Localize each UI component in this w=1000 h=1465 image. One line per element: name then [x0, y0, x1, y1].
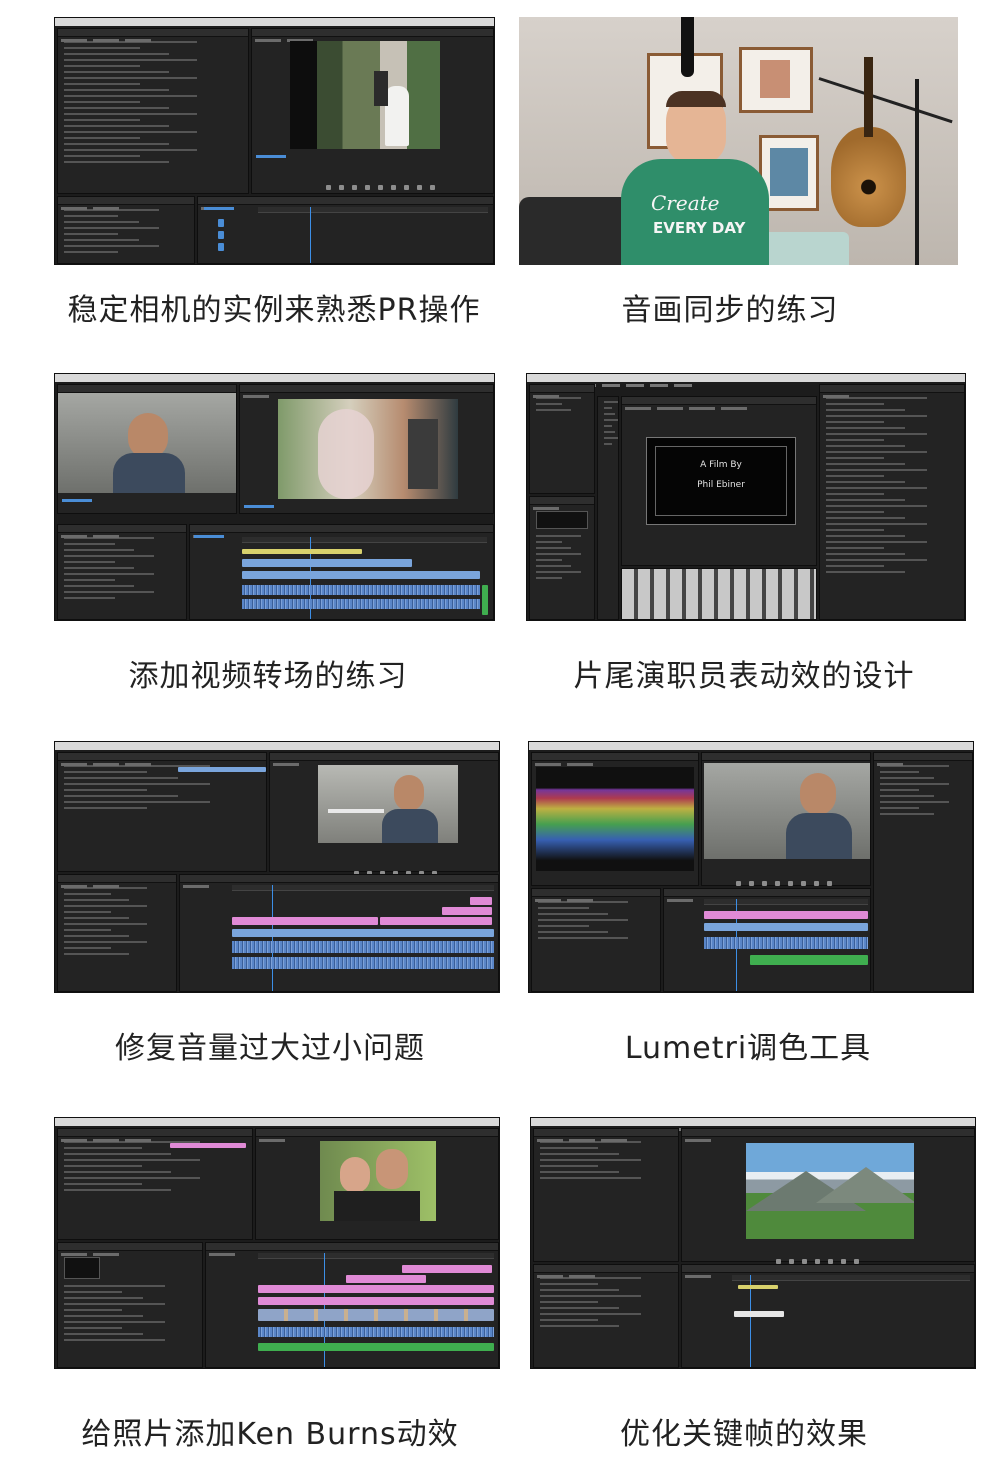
title-properties[interactable] [819, 384, 965, 620]
timeline-panel[interactable] [663, 888, 871, 992]
screenshot-transitions[interactable] [54, 373, 495, 621]
presenter-shirt: Create EVERY DAY [621, 159, 769, 265]
project-panel[interactable] [57, 1242, 203, 1368]
program-monitor[interactable] [255, 1128, 499, 1240]
timeline-panel[interactable] [197, 196, 494, 264]
screenshot-ken-burns[interactable] [54, 1117, 500, 1369]
wedding-video-frame [290, 41, 440, 149]
effects-panel[interactable] [57, 874, 177, 992]
source-panel[interactable] [529, 384, 595, 494]
screenshot-credits[interactable]: A Film By Phil Ebiner [526, 373, 966, 621]
program-monitor[interactable] [269, 752, 499, 876]
credit-text-line1: A Film By [700, 460, 742, 470]
interview-frame [704, 763, 870, 859]
title-styles[interactable] [621, 568, 817, 620]
program-monitor[interactable] [681, 1128, 975, 1264]
program-monitor[interactable] [251, 28, 494, 194]
credit-text-line2: Phil Ebiner [697, 480, 745, 490]
program-monitor[interactable] [701, 752, 871, 886]
screenshot-presenter[interactable]: Create EVERY DAY [519, 17, 958, 265]
shirt-text-line2: EVERY DAY [653, 219, 746, 237]
screenshot-lumetri[interactable] [528, 741, 974, 993]
caption-4: 片尾演职员表动效的设计 [573, 659, 915, 694]
couple-photo [320, 1141, 436, 1221]
interview-frame [318, 765, 458, 843]
caption-2: 音画同步的练习 [621, 293, 839, 328]
screenshot-stabilize[interactable] [54, 17, 495, 265]
wall-frame [739, 47, 813, 113]
lumetri-color-panel[interactable] [873, 752, 973, 992]
effects-panel[interactable] [531, 888, 661, 992]
caption-7: 给照片添加Ken Burns动效 [81, 1417, 459, 1452]
title-canvas[interactable]: A Film By Phil Ebiner [646, 437, 796, 525]
caption-8: 优化关键帧的效果 [620, 1417, 868, 1452]
project-panel[interactable] [57, 196, 195, 264]
lumetri-scopes[interactable] [531, 752, 699, 886]
timeline-panel[interactable] [205, 1242, 499, 1368]
caption-3: 添加视频转场的练习 [128, 659, 408, 694]
title-designer[interactable]: A Film By Phil Ebiner [621, 396, 817, 566]
interview-frame [58, 393, 236, 493]
caption-6: Lumetri调色工具 [624, 1031, 872, 1066]
effect-controls-panel[interactable] [57, 752, 267, 872]
title-tools[interactable] [597, 396, 619, 620]
effect-controls-panel[interactable] [57, 28, 249, 194]
project-panel[interactable] [57, 524, 187, 620]
presenter [666, 91, 726, 165]
program-monitor[interactable] [239, 384, 494, 514]
audio-meter [482, 585, 488, 615]
menu-bar [55, 18, 494, 31]
effects-panel[interactable] [533, 1264, 679, 1368]
guitar [831, 127, 906, 227]
shirt-text-line1: Create [651, 191, 720, 215]
screenshot-audio-levels[interactable] [54, 741, 500, 993]
screenshot-keyframes[interactable] [530, 1117, 976, 1369]
timeline-panel[interactable] [189, 524, 494, 620]
effect-controls-panel[interactable] [57, 1128, 253, 1240]
transport-controls[interactable] [322, 175, 439, 190]
mountain-landscape [746, 1143, 914, 1239]
caption-5: 修复音量过大过小问题 [115, 1031, 425, 1066]
microphone [681, 17, 694, 77]
timeline-panel[interactable] [179, 874, 499, 992]
effect-controls-panel[interactable] [533, 1128, 679, 1262]
waveform-scope [536, 767, 694, 871]
project-panel[interactable] [529, 496, 595, 620]
source-monitor[interactable] [57, 384, 237, 514]
transition-frame [278, 399, 458, 499]
timeline-panel[interactable] [681, 1264, 975, 1368]
caption-1: 稳定相机的实例来熟悉PR操作 [67, 293, 481, 328]
